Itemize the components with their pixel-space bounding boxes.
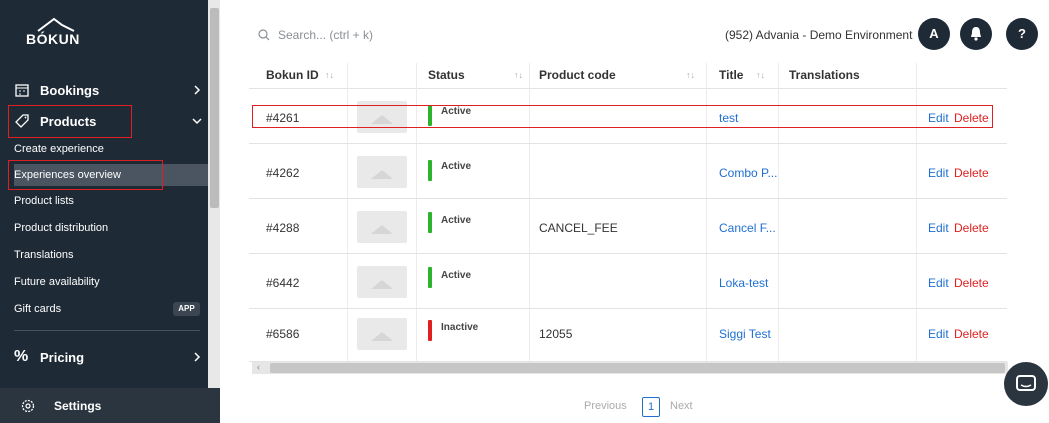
col-status[interactable]: Status bbox=[428, 68, 465, 82]
avatar-letter: A bbox=[929, 26, 939, 41]
environment-label[interactable]: (952) Advania - Demo Environment bbox=[725, 28, 912, 42]
sidebar-scroll-thumb[interactable] bbox=[210, 8, 219, 208]
top-header: Search... (ctrl + k) (952) Advania - Dem… bbox=[220, 0, 1049, 70]
nav-bookings-label: Bookings bbox=[40, 82, 100, 98]
search-input[interactable]: Search... (ctrl + k) bbox=[258, 28, 373, 42]
sidebar: BÓKUN Bookings Products Create experienc… bbox=[0, 0, 220, 423]
sort-icon[interactable]: ↑↓ bbox=[514, 70, 523, 80]
cell-id: #4288 bbox=[266, 221, 300, 235]
cell-id: #6586 bbox=[266, 327, 300, 341]
table-row[interactable]: #4262 Active Combo P... Edit Delete bbox=[249, 145, 1007, 199]
nav-settings-label: Settings bbox=[54, 399, 102, 413]
chevron-right-icon bbox=[194, 352, 201, 362]
status-indicator bbox=[428, 320, 432, 341]
scroll-left-icon[interactable]: ‹ bbox=[257, 362, 260, 372]
pager-previous[interactable]: Previous bbox=[584, 400, 627, 412]
cell-title-link[interactable]: Loka-test bbox=[719, 276, 768, 290]
product-thumbnail bbox=[357, 318, 407, 350]
col-translations: Translations bbox=[789, 68, 860, 82]
delete-link[interactable]: Delete bbox=[954, 166, 989, 180]
app-badge: APP bbox=[173, 302, 200, 316]
product-thumbnail bbox=[357, 266, 407, 298]
delete-link[interactable]: Delete bbox=[954, 276, 989, 290]
col-bokun-id[interactable]: Bokun ID bbox=[266, 68, 319, 82]
delete-link[interactable]: Delete bbox=[954, 327, 989, 341]
sort-icon[interactable]: ↑↓ bbox=[325, 70, 334, 80]
table-row[interactable]: #4288 Active CANCEL_FEE Cancel F... Edit… bbox=[249, 200, 1007, 254]
pager-page-current[interactable]: 1 bbox=[642, 397, 660, 417]
sub-future-availability[interactable]: Future availability bbox=[14, 276, 100, 288]
sub-translations[interactable]: Translations bbox=[14, 249, 74, 261]
sub-product-lists[interactable]: Product lists bbox=[14, 195, 74, 207]
status-indicator bbox=[428, 160, 432, 181]
pager-next[interactable]: Next bbox=[670, 400, 693, 412]
bokun-logo[interactable]: BÓKUN bbox=[26, 14, 86, 48]
table-row[interactable]: #6586 Inactive 12055 Siggi Test Edit Del… bbox=[249, 310, 1007, 362]
nav-bookings[interactable]: Bookings bbox=[0, 80, 208, 100]
cell-status: Active bbox=[441, 215, 472, 226]
help-icon: ? bbox=[1018, 26, 1026, 41]
chat-launcher-button[interactable] bbox=[1004, 362, 1048, 406]
nav-pricing[interactable]: % Pricing bbox=[0, 347, 208, 367]
cell-id: #4262 bbox=[266, 166, 300, 180]
highlight-products bbox=[8, 105, 132, 138]
chevron-right-icon bbox=[194, 85, 201, 95]
app-root: BÓKUN Bookings Products Create experienc… bbox=[0, 0, 1049, 423]
highlight-experiences-overview bbox=[8, 160, 163, 190]
notifications-button[interactable] bbox=[960, 18, 992, 50]
delete-link[interactable]: Delete bbox=[954, 221, 989, 235]
table-header: Bokun ID ↑↓ Status ↑↓ Product code ↑↓ Ti… bbox=[249, 63, 1007, 89]
logo-text: BÓKUN bbox=[26, 31, 80, 47]
product-thumbnail bbox=[357, 156, 407, 188]
help-button[interactable]: ? bbox=[1006, 18, 1038, 50]
cell-title-link[interactable]: Cancel F... bbox=[719, 221, 776, 235]
avatar-button[interactable]: A bbox=[918, 18, 950, 50]
edit-link[interactable]: Edit bbox=[928, 276, 949, 290]
cell-status: Inactive bbox=[441, 322, 479, 333]
col-product-code[interactable]: Product code bbox=[539, 68, 616, 82]
gear-icon bbox=[21, 399, 35, 413]
mountain-icon bbox=[37, 17, 75, 32]
highlight-row-4261 bbox=[252, 105, 993, 128]
cell-product-code: CANCEL_FEE bbox=[539, 221, 618, 235]
cell-status: Active bbox=[441, 161, 472, 172]
cell-id: #6442 bbox=[266, 276, 300, 290]
search-placeholder: Search... (ctrl + k) bbox=[278, 28, 374, 42]
edit-link[interactable]: Edit bbox=[928, 221, 949, 235]
product-thumbnail bbox=[357, 211, 407, 243]
sub-gift-cards[interactable]: Gift cards bbox=[14, 303, 61, 315]
calendar-icon bbox=[15, 84, 29, 97]
chat-icon bbox=[1016, 375, 1036, 391]
sort-icon[interactable]: ↑↓ bbox=[756, 70, 765, 80]
sub-product-distribution[interactable]: Product distribution bbox=[14, 222, 108, 234]
nav-pricing-label: Pricing bbox=[40, 349, 85, 365]
bell-icon bbox=[971, 27, 981, 41]
col-title[interactable]: Title bbox=[719, 68, 743, 82]
cell-product-code: 12055 bbox=[539, 327, 573, 341]
sort-icon[interactable]: ↑↓ bbox=[686, 70, 695, 80]
cell-title-link[interactable]: Siggi Test bbox=[719, 327, 771, 341]
percent-icon: % bbox=[14, 348, 29, 365]
cell-status: Active bbox=[441, 270, 472, 281]
nav-settings[interactable]: Settings bbox=[0, 388, 220, 423]
sub-create-experience[interactable]: Create experience bbox=[14, 143, 104, 155]
chevron-down-icon bbox=[192, 118, 202, 125]
sidebar-divider bbox=[14, 330, 200, 331]
search-icon bbox=[258, 29, 270, 41]
table-scroll-thumb[interactable] bbox=[270, 363, 1005, 373]
status-indicator bbox=[428, 267, 432, 288]
edit-link[interactable]: Edit bbox=[928, 327, 949, 341]
status-indicator bbox=[428, 212, 432, 233]
table-row[interactable]: #6442 Active Loka-test Edit Delete bbox=[249, 255, 1007, 309]
edit-link[interactable]: Edit bbox=[928, 166, 949, 180]
cell-title-link[interactable]: Combo P... bbox=[719, 166, 777, 180]
